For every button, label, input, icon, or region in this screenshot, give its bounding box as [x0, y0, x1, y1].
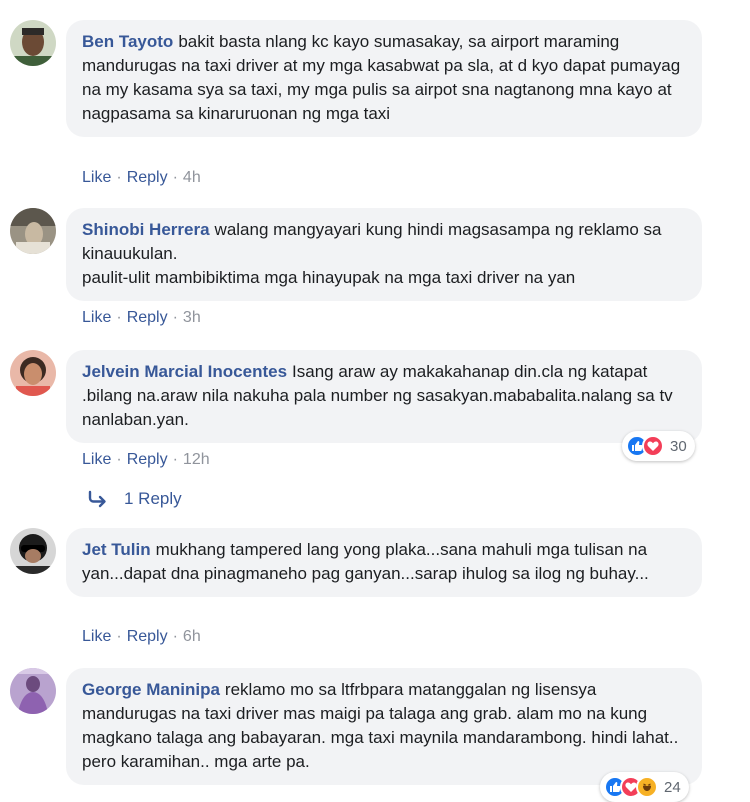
- avatar[interactable]: [10, 208, 56, 254]
- like-link[interactable]: Like: [82, 169, 111, 186]
- comment-author[interactable]: Jelvein Marcial Inocentes: [82, 362, 287, 381]
- comment-bubble: Ben Tayoto bakit basta nlang kc kayo suma…: [66, 20, 702, 137]
- separator: ·: [116, 451, 122, 468]
- reaction-count: 30: [670, 437, 687, 455]
- comment-author[interactable]: Ben Tayoto: [82, 32, 173, 51]
- comment-bubble: George Maninipa reklamo mo sa ltfrbpara m…: [66, 668, 702, 785]
- like-link[interactable]: Like: [82, 628, 111, 645]
- separator: ·: [172, 169, 178, 186]
- comment-author[interactable]: George Maninipa: [82, 680, 220, 699]
- view-replies-link[interactable]: 1 Reply: [88, 489, 182, 509]
- reply-link[interactable]: Reply: [127, 309, 168, 326]
- comment-text-line: paulit-ulit mambibiktima mga hinayupak n…: [82, 268, 576, 287]
- comment-actions: Like · Reply · 4h: [82, 168, 201, 188]
- reply-arrow-icon: [88, 490, 106, 508]
- comment-timestamp[interactable]: 4h: [183, 169, 201, 186]
- avatar[interactable]: [10, 528, 56, 574]
- haha-icon: [636, 776, 658, 798]
- comment-timestamp[interactable]: 6h: [183, 628, 201, 645]
- avatar[interactable]: [10, 668, 56, 714]
- comment-bubble: Jelvein Marcial Inocentes Isang araw ay m…: [66, 350, 702, 443]
- avatar[interactable]: [10, 350, 56, 396]
- comment-actions: Like · Reply · 3h: [82, 308, 201, 328]
- like-link[interactable]: Like: [82, 309, 111, 326]
- separator: ·: [172, 309, 178, 326]
- comment-actions: Like · Reply · 12h: [82, 450, 210, 470]
- love-icon: [642, 435, 664, 457]
- comment-bubble: Jet Tulin mukhang tampered lang yong plak…: [66, 528, 702, 597]
- reply-link[interactable]: Reply: [127, 169, 168, 186]
- reply-link[interactable]: Reply: [127, 628, 168, 645]
- separator: ·: [116, 309, 122, 326]
- like-link[interactable]: Like: [82, 451, 111, 468]
- comment-timestamp[interactable]: 3h: [183, 309, 201, 326]
- comment-author[interactable]: Jet Tulin: [82, 540, 151, 559]
- separator: ·: [172, 451, 178, 468]
- replies-count-label: 1 Reply: [124, 489, 182, 508]
- comment-text: mukhang tampered lang yong plaka...sana …: [82, 540, 649, 583]
- reactions-summary[interactable]: 24: [600, 772, 689, 802]
- separator: ·: [116, 169, 122, 186]
- reply-link[interactable]: Reply: [127, 451, 168, 468]
- separator: ·: [116, 628, 122, 645]
- comment-bubble: Shinobi Herrera walang mangyayari kung hi…: [66, 208, 702, 301]
- reaction-count: 24: [664, 778, 681, 796]
- reactions-summary[interactable]: 30: [622, 431, 695, 461]
- comment-timestamp[interactable]: 12h: [183, 451, 210, 468]
- avatar[interactable]: [10, 20, 56, 66]
- comment-author[interactable]: Shinobi Herrera: [82, 220, 210, 239]
- separator: ·: [172, 628, 178, 645]
- comment-actions: Like · Reply · 6h: [82, 627, 201, 647]
